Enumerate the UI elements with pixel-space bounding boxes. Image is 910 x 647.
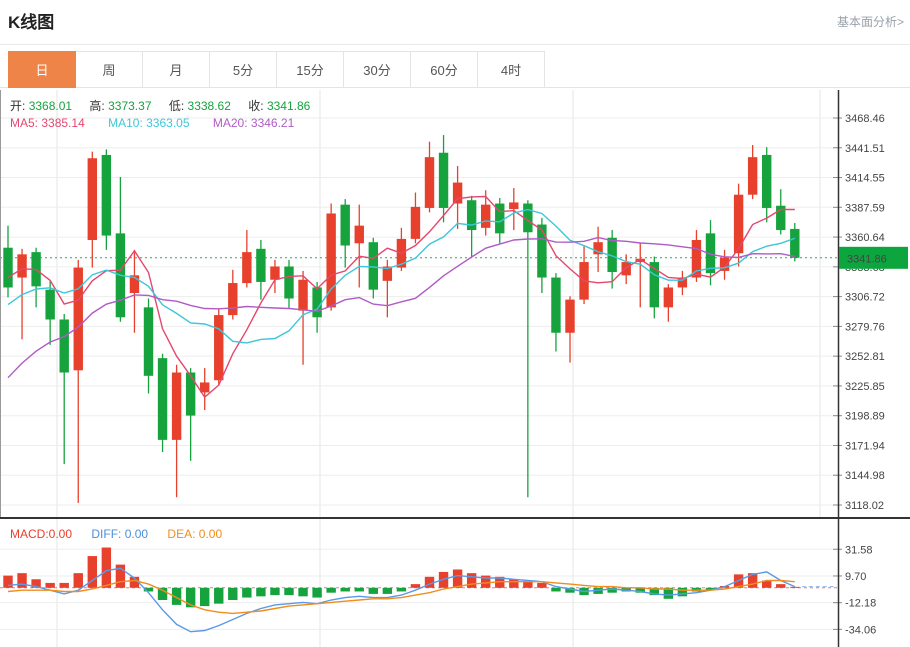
svg-text:3441.51: 3441.51 bbox=[845, 143, 885, 155]
svg-text:3252.81: 3252.81 bbox=[845, 351, 885, 363]
svg-text:3279.76: 3279.76 bbox=[845, 321, 885, 333]
svg-text:-12.18: -12.18 bbox=[845, 598, 876, 610]
close-label: 收: bbox=[248, 99, 263, 113]
ma-legend: MA5: 3385.14 MA10: 3363.05 MA20: 3346.21 bbox=[10, 116, 294, 130]
svg-text:3171.94: 3171.94 bbox=[845, 440, 885, 452]
close-value: 3341.86 bbox=[267, 99, 310, 113]
svg-text:31.58: 31.58 bbox=[845, 544, 873, 556]
svg-text:3306.72: 3306.72 bbox=[845, 292, 885, 304]
tab-60min[interactable]: 60分 bbox=[410, 51, 478, 88]
ma20-legend: MA20: 3346.21 bbox=[213, 116, 294, 130]
header-divider bbox=[0, 44, 910, 45]
svg-text:3387.59: 3387.59 bbox=[845, 202, 885, 214]
svg-text:3468.46: 3468.46 bbox=[845, 113, 885, 125]
fundamental-analysis-link[interactable]: 基本面分析> bbox=[837, 13, 904, 30]
open-value: 3368.01 bbox=[29, 99, 72, 113]
svg-text:3225.85: 3225.85 bbox=[845, 381, 885, 393]
high-value: 3373.37 bbox=[108, 99, 151, 113]
tab-month[interactable]: 月 bbox=[142, 51, 210, 88]
page-title: K线图 bbox=[8, 8, 54, 33]
ohlc-legend: 开: 3368.01 高: 3373.37 低: 3338.62 收: 3341… bbox=[10, 97, 324, 114]
tab-week[interactable]: 周 bbox=[75, 51, 143, 88]
svg-text:3118.02: 3118.02 bbox=[845, 500, 884, 512]
tabbar-underline bbox=[0, 87, 910, 88]
tab-day[interactable]: 日 bbox=[8, 51, 76, 88]
tab-30min[interactable]: 30分 bbox=[343, 51, 411, 88]
low-value: 3338.62 bbox=[188, 99, 231, 113]
tab-5min[interactable]: 5分 bbox=[209, 51, 277, 88]
ma10-legend: MA10: 3363.05 bbox=[108, 116, 189, 130]
low-label: 低: bbox=[169, 99, 184, 113]
diff-value-legend: DIFF: 0.00 bbox=[91, 527, 148, 541]
tab-15min[interactable]: 15分 bbox=[276, 51, 344, 88]
svg-text:3198.89: 3198.89 bbox=[845, 411, 885, 423]
interval-tabstrip: 日 周 月 5分 15分 30分 60分 4时 bbox=[8, 51, 545, 88]
svg-text:3341.86: 3341.86 bbox=[847, 253, 887, 265]
ma5-legend: MA5: 3385.14 bbox=[10, 116, 85, 130]
svg-text:9.70: 9.70 bbox=[845, 571, 866, 583]
tab-4hour[interactable]: 4时 bbox=[477, 51, 545, 88]
svg-text:3414.55: 3414.55 bbox=[845, 173, 885, 185]
high-label: 高: bbox=[89, 99, 104, 113]
svg-text:3360.64: 3360.64 bbox=[845, 232, 885, 244]
svg-text:3144.98: 3144.98 bbox=[845, 470, 885, 482]
kline-page: K线图 基本面分析> 日 周 月 5分 15分 30分 60分 4时 3468.… bbox=[0, 0, 910, 647]
open-label: 开: bbox=[10, 99, 25, 113]
candlestick-chart[interactable]: 3468.463441.513414.553387.593360.643333.… bbox=[0, 90, 910, 647]
svg-text:-34.06: -34.06 bbox=[845, 624, 876, 636]
dea-value-legend: DEA: 0.00 bbox=[167, 527, 222, 541]
macd-legend: MACD:0.00 DIFF: 0.00 DEA: 0.00 bbox=[10, 527, 222, 541]
macd-value-legend: MACD:0.00 bbox=[10, 527, 72, 541]
